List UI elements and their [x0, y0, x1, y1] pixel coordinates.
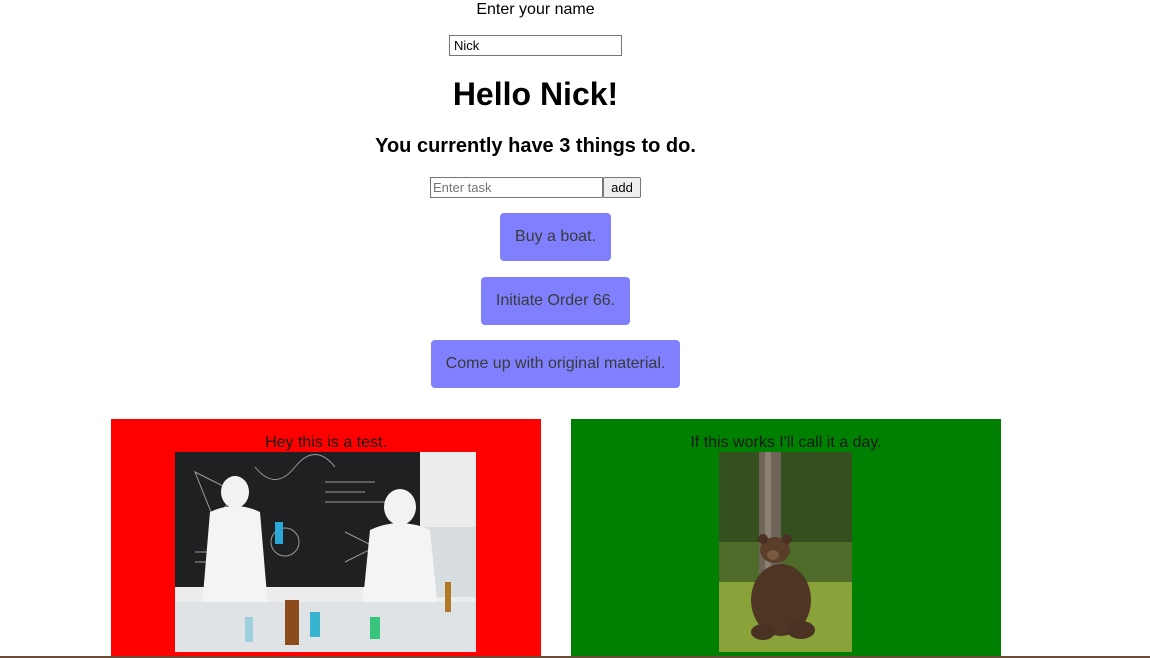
- brown-bear-photo: [719, 452, 852, 652]
- task-count-text: You currently have 3 things to do.: [375, 135, 696, 157]
- todo-item[interactable]: Buy a boat.: [500, 213, 611, 261]
- card-red: Hey this is a test.: [111, 419, 541, 658]
- todo-app-page: Enter your name Hello Nick! You currentl…: [0, 0, 1150, 658]
- add-task-button[interactable]: add: [603, 177, 641, 198]
- name-input[interactable]: [449, 35, 622, 56]
- card-green: If this works I'll call it a day.: [571, 419, 1001, 658]
- task-input[interactable]: [430, 177, 603, 198]
- card-caption: If this works I'll call it a day.: [690, 434, 882, 451]
- card-caption: Hey this is a test.: [265, 434, 387, 451]
- todo-item[interactable]: Come up with original material.: [431, 340, 680, 388]
- todo-item[interactable]: Initiate Order 66.: [481, 277, 630, 325]
- name-prompt-label: Enter your name: [476, 1, 595, 18]
- greeting-heading: Hello Nick!: [452, 76, 619, 112]
- laboratory-scientists-photo: [175, 452, 476, 652]
